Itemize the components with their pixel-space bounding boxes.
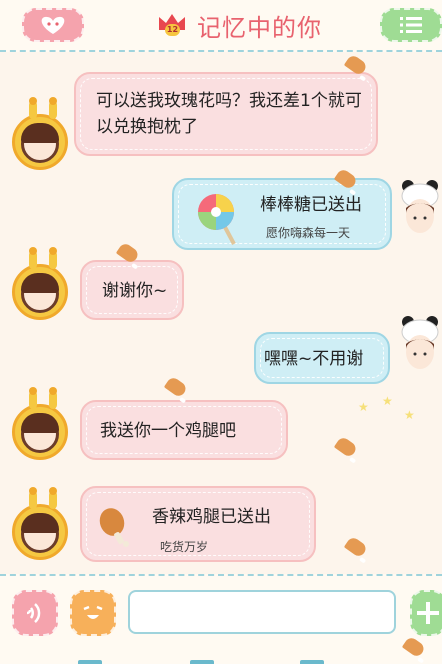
avatar-hair (21, 123, 59, 143)
avatar-friend[interactable] (12, 97, 68, 170)
menu-list-icon (400, 17, 422, 33)
avatar-self[interactable] (398, 180, 442, 236)
message-bubble[interactable]: 我送你一个鸡腿吧 (80, 400, 288, 460)
giraffe-ears-icon (29, 387, 57, 409)
composer-bar (0, 574, 442, 664)
giraffe-ears-icon (29, 97, 57, 119)
plus-icon (417, 602, 439, 624)
message-text: 嘿嘿~不用谢 (264, 349, 364, 369)
gift-card-lollipop[interactable]: 棒棒糖已送出 愿你嗨森每一天 (172, 178, 392, 250)
avatar-hair (21, 413, 59, 433)
avatar-friend[interactable] (12, 487, 68, 560)
drumstick-icon (99, 508, 129, 547)
voice-icon (26, 603, 41, 623)
message-bubble[interactable]: 可以送我玫瑰花吗？我还差1个就可以兑换抱枕了 (74, 72, 378, 156)
heart-face-icon (41, 16, 65, 34)
gift-subtitle: 吃货万岁 (160, 540, 209, 554)
message-text: 谢谢你~ (102, 281, 168, 301)
avatar-self[interactable] (398, 316, 442, 372)
menu-button[interactable] (380, 8, 442, 42)
panda-girl-avatar-icon (401, 180, 439, 233)
gift-title: 棒棒糖已送出 (260, 195, 362, 215)
message-text: 我送你一个鸡腿吧 (100, 421, 236, 441)
emoji-face-icon (83, 605, 103, 619)
gift-title: 香辣鸡腿已送出 (152, 507, 271, 527)
drumstick-decor-icon (333, 435, 359, 459)
back-button[interactable] (22, 8, 84, 42)
crown-icon: 12 (157, 12, 187, 38)
message-text: 可以送我玫瑰花吗？我还差1个就可以兑换抱枕了 (96, 91, 362, 137)
drumstick-decor-icon (163, 375, 189, 399)
avatar-hair (21, 273, 59, 293)
star-decor-icon: ★ (358, 400, 369, 414)
star-decor-icon: ★ (382, 394, 393, 408)
header-title-group: 12 记忆中的你 (157, 8, 322, 42)
page-title: 记忆中的你 (197, 13, 322, 42)
panda-girl-avatar-icon (401, 316, 439, 369)
add-button[interactable] (410, 590, 442, 636)
giraffe-ears-icon (29, 487, 57, 509)
voice-button[interactable] (12, 590, 58, 636)
gift-card-drumstick[interactable]: 香辣鸡腿已送出 吃货万岁 (80, 486, 316, 562)
emoji-button[interactable] (70, 590, 116, 636)
lollipop-icon (198, 194, 236, 245)
avatar-friend[interactable] (12, 387, 68, 460)
avatar-friend[interactable] (12, 247, 68, 320)
drumstick-decor-icon (401, 635, 427, 659)
avatar-hair (21, 513, 59, 533)
star-decor-icon: ★ (404, 408, 415, 422)
drumstick-decor-icon (343, 535, 369, 559)
tab-indicator (78, 660, 102, 664)
level-badge: 12 (165, 24, 180, 36)
message-input[interactable] (128, 590, 396, 634)
gift-subtitle: 愿你嗨森每一天 (266, 226, 351, 240)
giraffe-ears-icon (29, 247, 57, 269)
tab-indicator (190, 660, 214, 664)
tab-indicator (300, 660, 324, 664)
message-bubble[interactable]: 谢谢你~ (80, 260, 184, 320)
chat-area[interactable]: 可以送我玫瑰花吗？我还差1个就可以兑换抱枕了 棒棒糖已送出 愿你嗨森每一天 谢谢… (0, 53, 442, 574)
message-bubble[interactable]: 嘿嘿~不用谢 (254, 332, 390, 384)
header-bar: 12 记忆中的你 (0, 0, 442, 52)
